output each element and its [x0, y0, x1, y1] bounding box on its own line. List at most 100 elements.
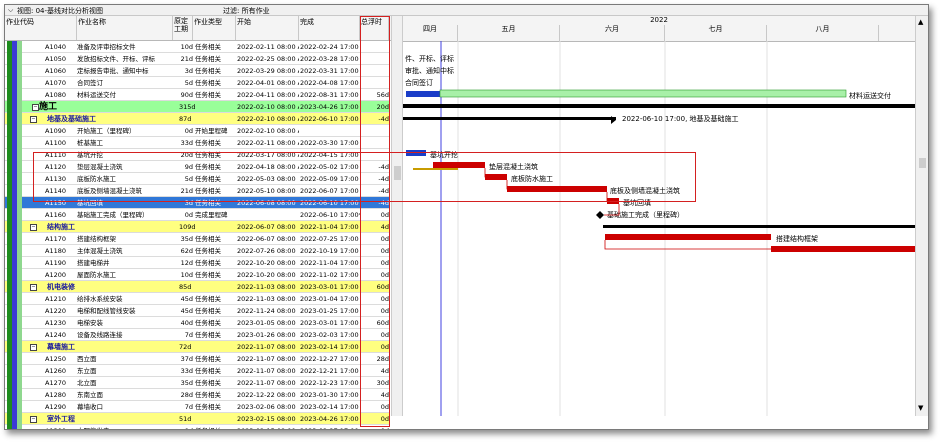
wbs-row[interactable]: − 幕墙施工 72d 2022-11-07 08:00 2023-02-14 17:00… [5, 341, 389, 353]
activity-row[interactable]: A1220 电梯和配线管线安装 45d 任务相关 2022-11-24 08:00 202… [5, 305, 389, 317]
activity-row[interactable]: A1210 给排水系统安装 45d 任务相关 2022-11-03 08:00 2023-… [5, 293, 389, 305]
wbs-level-marker [17, 41, 22, 53]
cell-start [237, 209, 299, 221]
wbs-row[interactable]: − 地基及基础施工 87d 2022-02-10 08:00 A 2022-06-10 … [5, 113, 389, 125]
activity-row[interactable]: A1170 搭建结构框架 35d 任务相关 2022-06-07 08:00 2022-0… [5, 233, 389, 245]
cell-name: 定标报告审批、通知中标 [77, 67, 149, 75]
wbs-row[interactable]: − 结构施工 109d 2022-06-07 08:00 2022-11-04 17:0… [5, 221, 389, 233]
activity-row[interactable]: A1080 材料运送交付 90d 任务相关 2022-04-11 08:00 A 2022… [5, 89, 389, 101]
filter-label[interactable]: 过滤: 所有作业 [223, 6, 270, 16]
gantt-vertical-scrollbar[interactable]: ▲ ▼ [915, 16, 928, 416]
cell-code: A1040 [45, 43, 66, 51]
cell-dur: 7d [184, 331, 193, 339]
gantt-summary-bar [403, 117, 616, 120]
cell-finish: 2023-01-04 17:00 [300, 295, 359, 303]
wbs-level-marker [17, 209, 22, 221]
column-header-finish[interactable]: 完成 [299, 16, 360, 40]
cell-name: 电梯和配线管线安装 [77, 307, 136, 315]
table-vertical-scrollbar[interactable] [391, 16, 403, 416]
cell-finish: 2022-12-23 17:00 [300, 379, 359, 387]
collapse-toggle-icon[interactable]: − [30, 344, 37, 351]
activity-row[interactable]: A1190 搭建电梯井 12d 任务相关 2022-10-20 08:00 2022-11… [5, 257, 389, 269]
gantt-summary-bar [603, 225, 915, 228]
cell-name: 搭建电梯井 [77, 259, 110, 267]
cell-name: 太阳能发电 [77, 425, 173, 429]
view-selector[interactable]: 视图: 04-基线对比分析视图 [17, 6, 103, 16]
activity-row[interactable]: A1200 屋面防水施工 10d 任务相关 2022-10-20 08:00 2022-1… [5, 269, 389, 281]
scroll-down-arrow[interactable]: ▼ [918, 404, 923, 412]
cell-name: 施工 [39, 102, 58, 112]
cell-start: 2022-02-11 08:00 A [237, 139, 299, 147]
cell-type: 任务相关 [195, 295, 221, 303]
activity-row[interactable]: A1280 东南立面 28d 任务相关 2022-12-22 08:00 2023-01-… [5, 389, 389, 401]
cell-dur: 21d [180, 55, 193, 63]
collapse-toggle-icon[interactable]: − [30, 284, 37, 291]
activity-row[interactable]: A1090 开始施工（里程碑） 0d 开始里程碑 2022-02-10 08:00 A [5, 125, 389, 137]
gantt-label: 材料运送交付 [849, 91, 891, 100]
cell-start: 2022-11-07 08:00 [237, 355, 296, 363]
collapse-toggle-icon[interactable]: − [32, 104, 39, 111]
gantt-bar-actual [406, 91, 440, 97]
activity-row[interactable]: A1230 电梯安装 40d 任务相关 2023-01-05 08:00 2023-03-… [5, 317, 389, 329]
cell-dur: 10d [180, 271, 193, 279]
cell-finish: 2022-10-19 17:00 [300, 247, 359, 255]
activity-row[interactable]: A1060 定标报告审批、通知中标 3d 任务相关 2022-03-29 08:00 A… [5, 65, 389, 77]
collapse-toggle-icon[interactable]: − [30, 116, 37, 123]
cell-type: 任务相关 [195, 235, 221, 243]
wbs-level-marker [17, 89, 22, 101]
cell-type [195, 413, 237, 425]
activity-row[interactable]: A1050 发放招标文件、开标、评标 21d 任务相关 2022-02-25 08:00… [5, 53, 389, 65]
cell-name: 基础施工完成（里程碑） [77, 211, 149, 219]
cell-finish: 2022-03-31 17:00 A [300, 67, 360, 75]
wbs-row[interactable]: − 施工 315d 2022-02-10 08:00 A 2023-04-26 17:0… [5, 101, 389, 113]
cell-dur: 10d [180, 43, 193, 51]
cell-start: 2022-10-20 08:00 [237, 259, 296, 267]
collapse-toggle-icon[interactable]: − [30, 224, 37, 231]
cell-type: 任务相关 [195, 271, 221, 279]
column-header-start[interactable]: 开始 [236, 16, 299, 40]
cell-name: 结构施工 [47, 223, 75, 231]
column-header-duration[interactable]: 原定工期 [173, 16, 193, 40]
cell-finish: 2022-08-31 17:00 [300, 91, 359, 99]
wbs-level-marker [17, 221, 22, 233]
activity-row[interactable]: A1180 主体混凝土浇筑 62d 任务相关 2022-07-26 08:00 2022-… [5, 245, 389, 257]
activity-row[interactable]: A1240 设备及线路连接 7d 任务相关 2023-01-26 08:00 2023-0… [5, 329, 389, 341]
cell-name: 准备及评审招标文件 [77, 43, 136, 51]
column-header-type[interactable]: 作业类型 [193, 16, 236, 40]
cell-type: 任务相关 [195, 355, 221, 363]
gantt-label: 搭建结构框架 [776, 234, 818, 243]
gantt-label: 基础施工完成（里程碑） [607, 210, 684, 219]
cell-name: 搭建结构框架 [77, 235, 116, 243]
activity-row[interactable]: A1100 桩基施工 33d 任务相关 2022-02-11 08:00 A 2022-0… [5, 137, 389, 149]
wbs-row[interactable]: − 室外工程 51d 2023-02-15 08:00 2023-04-26 17:00… [5, 413, 389, 425]
wbs-row[interactable]: − 机电装修 85d 2022-11-03 08:00 2023-03-01 17:00… [5, 281, 389, 293]
activity-row[interactable]: A1260 东立面 33d 任务相关 2022-11-07 08:00 2022-12-2… [5, 365, 389, 377]
activity-row[interactable]: A1070 合同签订 5d 任务相关 2022-04-01 08:00 A 2022-04… [5, 77, 389, 89]
activity-row[interactable]: A1250 西立面 37d 任务相关 2022-11-07 08:00 2022-12-2… [5, 353, 389, 365]
wbs-level-marker [17, 305, 22, 317]
cell-code: A1300 [45, 425, 77, 429]
scroll-up-arrow[interactable]: ▲ [918, 18, 923, 26]
activity-row[interactable]: A1160 基础施工完成（里程碑） 0d 完成里程碑 2022-06-10 17:00*… [5, 209, 389, 221]
cell-finish: 2022-04-08 17:00 A [300, 79, 360, 87]
column-header-name[interactable]: 作业名称 [77, 16, 173, 40]
collapse-toggle-icon[interactable]: − [30, 416, 37, 423]
cell-type: 任务相关 [195, 79, 221, 87]
activity-row[interactable]: A1270 北立面 35d 任务相关 2022-11-07 08:00 2022-12-2… [5, 377, 389, 389]
cell-type [195, 341, 237, 353]
cell-start: 2022-02-25 08:00 A [237, 55, 299, 63]
cell-type: 任务相关 [195, 367, 221, 375]
activity-row[interactable]: A1300太阳能发电9d任务相关2023-02-15 08:002023-02-… [5, 425, 389, 429]
cell-name: 幕墙施工 [47, 343, 75, 351]
activity-row[interactable]: A1290 幕墙收口 7d 任务相关 2023-02-06 08:00 2023-02-1… [5, 401, 389, 413]
cell-dur: 90d [180, 91, 193, 99]
view-dropdown-icon[interactable]: ⌵ [8, 6, 13, 15]
activity-row[interactable]: A1040 准备及评审招标文件 10d 任务相关 2022-02-11 08:00 A2… [5, 41, 389, 53]
cell-dur: 3d [184, 67, 193, 75]
cell-code: A1250 [45, 355, 66, 363]
gantt-label: 审批、通知中标 [405, 66, 454, 75]
column-header-code[interactable]: 作业代码 [5, 16, 77, 40]
gantt-bar-critical [771, 246, 915, 252]
cell-start: 2022-04-11 08:00 A [237, 91, 299, 99]
gantt-scroll-thumb[interactable] [919, 158, 926, 168]
